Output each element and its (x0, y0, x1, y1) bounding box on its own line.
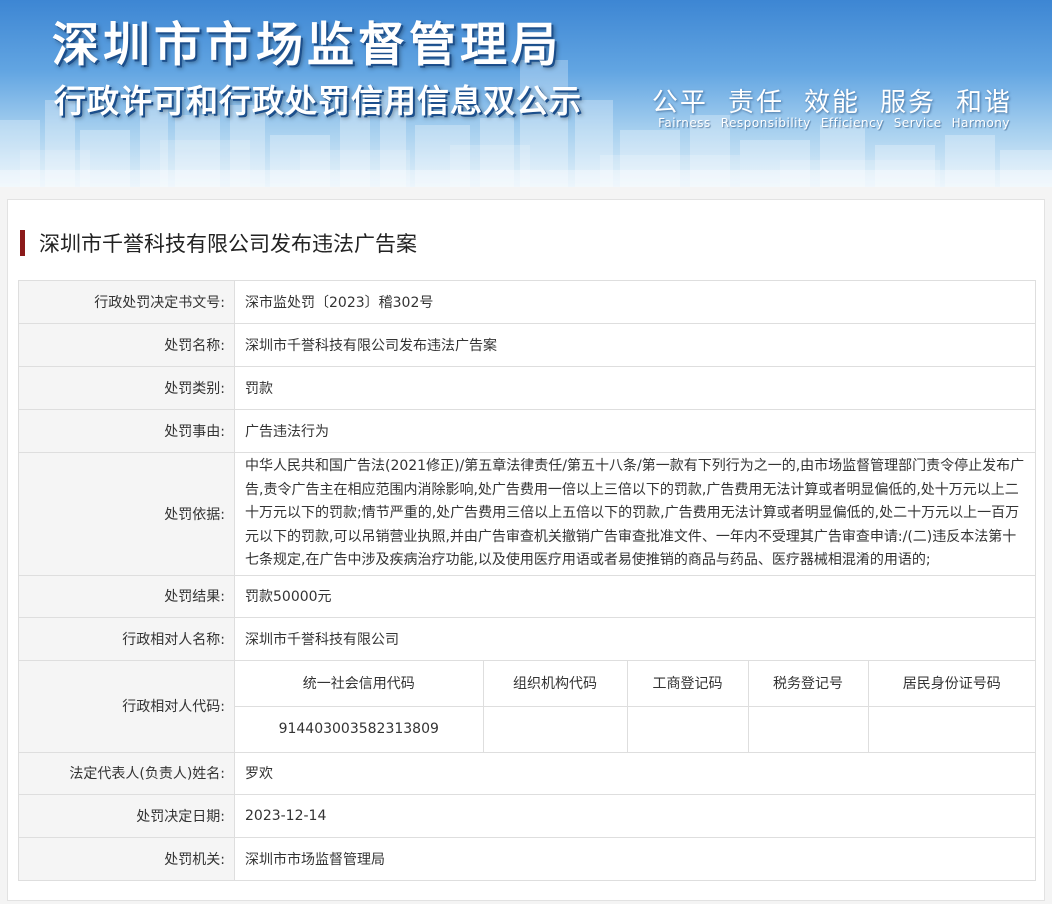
value-business-reg (627, 706, 749, 752)
value-org-code (483, 706, 628, 752)
label-doc-no: 行政处罚决定书文号: (18, 280, 235, 324)
row-party-name: 行政相对人名称: 深圳市千誉科技有限公司 (18, 616, 1036, 661)
slogan-item: 服务 (879, 88, 936, 118)
party-code-header-row: 统一社会信用代码 组织机构代码 工商登记码 税务登记号 居民身份证号码 (235, 660, 1035, 707)
case-title: 深圳市千誉科技有限公司发布违法广告案 (20, 230, 417, 256)
header-business-reg: 工商登记码 (627, 660, 749, 707)
label-penalty-result: 处罚结果: (18, 574, 235, 618)
party-code-value-row: 914403003582313809 (235, 706, 1035, 752)
label-party-name: 行政相对人名称: (18, 616, 235, 661)
label-penalty-basis: 处罚依据: (18, 452, 235, 576)
slogan-item-en: Responsibility (720, 116, 811, 130)
row-authority: 处罚机关: 深圳市市场监督管理局 (18, 836, 1036, 881)
label-decision-date: 处罚决定日期: (18, 793, 235, 838)
label-authority: 处罚机关: (18, 836, 235, 881)
value-tax-reg (748, 706, 869, 752)
banner-title: 深圳市市场监督管理局 (52, 18, 562, 73)
row-doc-no: 行政处罚决定书文号: 深市监处罚〔2023〕稽302号 (18, 280, 1036, 324)
value-penalty-name: 深圳市千誉科技有限公司发布违法广告案 (234, 323, 1036, 367)
case-info-table: 行政处罚决定书文号: 深市监处罚〔2023〕稽302号 处罚名称: 深圳市千誉科… (18, 280, 1036, 881)
slogan-item: 和谐 (955, 88, 1012, 118)
row-penalty-name: 处罚名称: 深圳市千誉科技有限公司发布违法广告案 (18, 323, 1036, 367)
header-tax-reg: 税务登记号 (748, 660, 869, 707)
header-id-number: 居民身份证号码 (868, 660, 1035, 707)
value-penalty-category: 罚款 (234, 366, 1036, 410)
value-penalty-basis: 中华人民共和国广告法(2021修正)/第五章法律责任/第五十八条/第一款有下列行… (234, 452, 1036, 576)
slogan-item: 责任 (727, 88, 784, 118)
label-penalty-name: 处罚名称: (18, 323, 235, 367)
row-legal-rep: 法定代表人(负责人)姓名: 罗欢 (18, 751, 1036, 795)
label-legal-rep: 法定代表人(负责人)姓名: (18, 751, 235, 795)
header-credit-code: 统一社会信用代码 (235, 660, 484, 707)
slogan-item: 公平 (651, 88, 708, 118)
value-credit-code: 914403003582313809 (235, 706, 484, 752)
banner-subtitle: 行政许可和行政处罚信用信息双公示 (54, 82, 583, 120)
slogan-item: 效能 (803, 88, 860, 118)
row-party-code: 行政相对人代码: 统一社会信用代码 组织机构代码 工商登记码 税务登记号 居民身… (18, 659, 1036, 753)
value-party-name: 深圳市千誉科技有限公司 (234, 616, 1036, 661)
row-penalty-reason: 处罚事由: 广告违法行为 (18, 409, 1036, 453)
slogan-item-en: Fairness (658, 116, 711, 130)
case-detail-card: 深圳市千誉科技有限公司发布违法广告案 行政处罚决定书文号: 深市监处罚〔2023… (7, 199, 1045, 901)
title-accent-bar (20, 230, 25, 256)
slogan-english: Fairness Responsibility Efficiency Servi… (658, 116, 1010, 130)
slogan-item-en: Efficiency (820, 116, 884, 130)
slogan-item-en: Harmony (951, 116, 1010, 130)
value-penalty-reason: 广告违法行为 (234, 409, 1036, 453)
value-id-number (868, 706, 1035, 752)
row-decision-date: 处罚决定日期: 2023-12-14 (18, 793, 1036, 838)
slogan-item-en: Service (893, 116, 942, 130)
header-org-code: 组织机构代码 (483, 660, 628, 707)
value-decision-date: 2023-12-14 (234, 793, 1036, 838)
row-penalty-result: 处罚结果: 罚款50000元 (18, 574, 1036, 618)
row-penalty-category: 处罚类别: 罚款 (18, 366, 1036, 410)
label-penalty-reason: 处罚事由: (18, 409, 235, 453)
header-banner: 深圳市市场监督管理局 行政许可和行政处罚信用信息双公示 公平 责任 效能 服务 … (0, 0, 1052, 187)
case-title-text: 深圳市千誉科技有限公司发布违法广告案 (39, 232, 417, 256)
label-party-code: 行政相对人代码: (18, 659, 235, 753)
value-doc-no: 深市监处罚〔2023〕稽302号 (234, 280, 1036, 324)
party-code-cell: 统一社会信用代码 组织机构代码 工商登记码 税务登记号 居民身份证号码 9144… (234, 659, 1036, 753)
row-penalty-basis: 处罚依据: 中华人民共和国广告法(2021修正)/第五章法律责任/第五十八条/第… (18, 452, 1036, 576)
party-code-table: 统一社会信用代码 组织机构代码 工商登记码 税务登记号 居民身份证号码 9144… (235, 660, 1035, 752)
value-authority: 深圳市市场监督管理局 (234, 836, 1036, 881)
label-penalty-category: 处罚类别: (18, 366, 235, 410)
slogan-chinese: 公平 责任 效能 服务 和谐 (652, 82, 1012, 119)
value-legal-rep: 罗欢 (234, 751, 1036, 795)
value-penalty-result: 罚款50000元 (234, 574, 1036, 618)
